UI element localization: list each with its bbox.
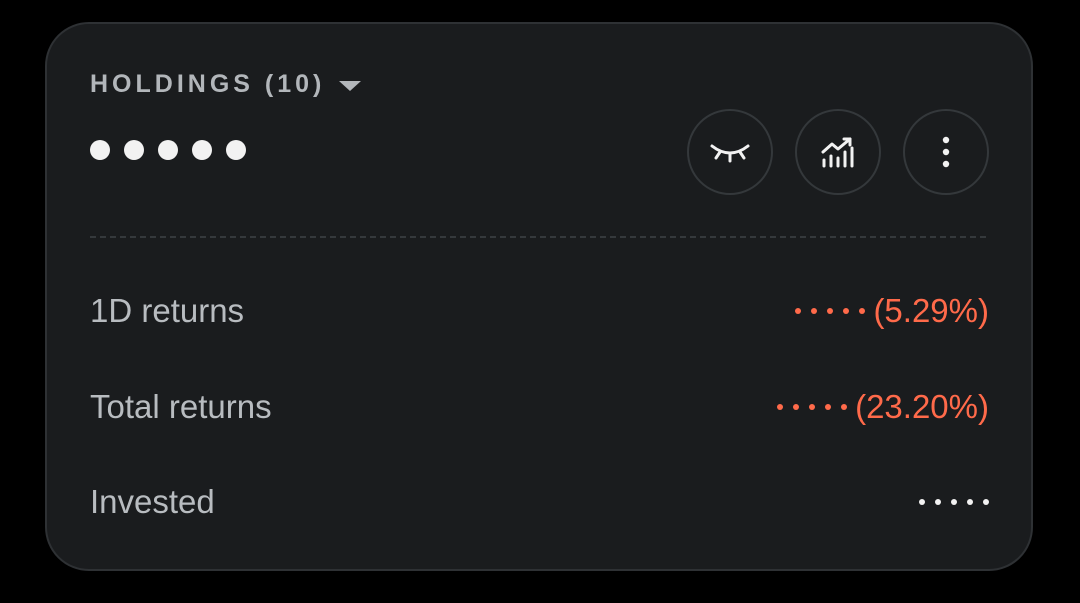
mask-dot xyxy=(226,140,246,160)
one-day-return-percent: (5.29%) xyxy=(873,292,989,329)
caret-down-icon xyxy=(339,80,362,91)
dashed-divider xyxy=(90,236,986,238)
row-label: 1D returns xyxy=(90,292,245,329)
masked-current-value xyxy=(90,140,246,160)
masked-amount xyxy=(919,499,989,505)
total-return-percent: (23.20%) xyxy=(855,388,989,425)
card-actions xyxy=(687,109,989,195)
total-returns-row: Total returns (23.20%) xyxy=(90,385,989,429)
more-vertical-icon xyxy=(942,136,950,168)
mask-dot xyxy=(192,140,212,160)
masked-amount xyxy=(795,308,866,314)
masked-amount xyxy=(777,404,848,410)
mask-dot xyxy=(158,140,178,160)
eye-closed-icon xyxy=(710,144,750,163)
holdings-dropdown[interactable]: HOLDINGS (10) xyxy=(90,70,362,99)
row-value xyxy=(919,499,989,505)
row-value: (23.20%) xyxy=(777,388,989,426)
invested-row: Invested xyxy=(90,480,989,524)
holdings-title: HOLDINGS (10) xyxy=(90,70,326,98)
one-day-returns-row: 1D returns (5.29%) xyxy=(90,289,989,333)
mask-dot xyxy=(124,140,144,160)
mask-dot xyxy=(90,140,110,160)
chart-icon xyxy=(821,137,854,168)
row-label: Invested xyxy=(90,483,215,520)
row-label: Total returns xyxy=(90,388,272,425)
row-value: (5.29%) xyxy=(795,292,989,330)
holdings-card: HOLDINGS (10) 1D returns (5.29%) Total r… xyxy=(45,22,1033,571)
toggle-visibility-button[interactable] xyxy=(687,109,773,195)
analytics-button[interactable] xyxy=(795,109,881,195)
more-options-button[interactable] xyxy=(903,109,989,195)
